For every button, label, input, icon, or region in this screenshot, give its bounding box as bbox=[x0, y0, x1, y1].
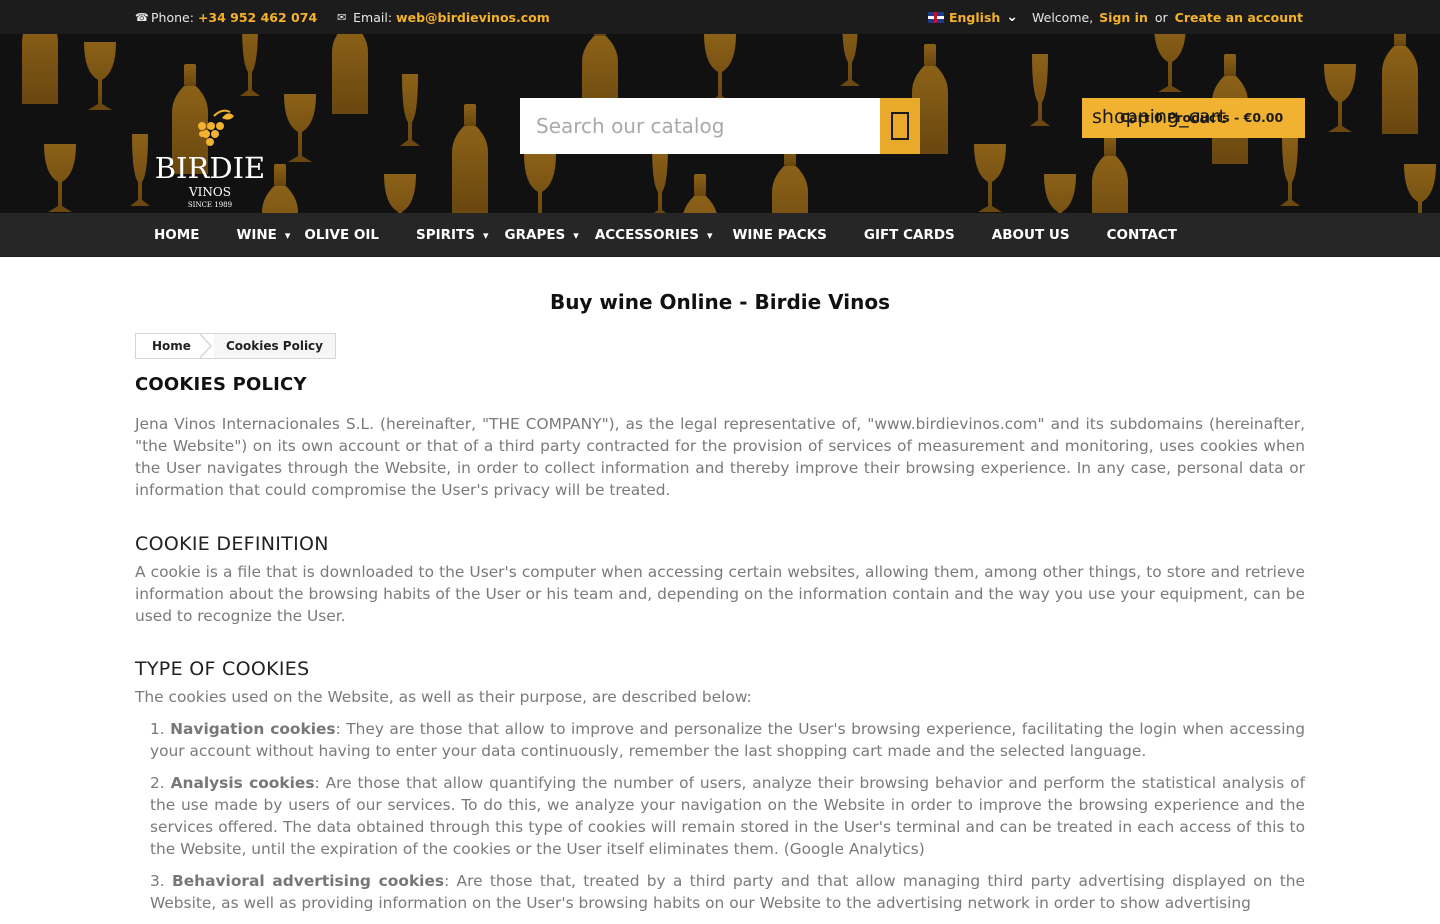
definition-heading: COOKIE DEFINITION bbox=[135, 533, 329, 555]
nav-label: HOME bbox=[154, 227, 200, 243]
chevron-down-icon: ▾ bbox=[482, 228, 489, 242]
nav-item-contact[interactable]: CONTACT bbox=[1107, 213, 1177, 257]
email-contact: ✉ Email: web@birdievinos.com bbox=[337, 10, 550, 25]
chevron-down-icon: ▾ bbox=[706, 228, 713, 242]
nav-label: GIFT CARDS bbox=[863, 227, 955, 243]
nav-item-olive-oil[interactable]: OLIVE OIL bbox=[304, 213, 416, 257]
list-item: 3. Behavioral advertising cookies: Are t… bbox=[150, 870, 1305, 914]
nav-label: CONTACT bbox=[1106, 227, 1177, 243]
birdie-vinos-logo[interactable]: BIRDIE VINOS SINCE 1989 bbox=[140, 106, 280, 210]
search-icon bbox=[891, 112, 909, 140]
search-input[interactable] bbox=[520, 98, 880, 154]
nav-label: ABOUT US bbox=[991, 227, 1070, 243]
intro-paragraph: Jena Vinos Internacionales S.L. (hereina… bbox=[135, 415, 1305, 499]
nav-label: SPIRITS bbox=[415, 227, 475, 243]
nav-item-home[interactable]: HOME bbox=[135, 213, 236, 257]
email-link[interactable]: web@birdievinos.com bbox=[396, 10, 550, 25]
search-button[interactable] bbox=[880, 98, 920, 154]
logo-since: SINCE 1989 bbox=[188, 201, 232, 209]
chevron-down-icon: ⌄ bbox=[1006, 9, 1019, 25]
nav-item-about-us[interactable]: ABOUT US bbox=[992, 213, 1107, 257]
main-navigation: HOME WINE ▾ OLIVE OIL SPIRITS ▾ GRAPES ▾ AC… bbox=[0, 213, 1440, 257]
cart-button[interactable]: shopping_cart Cart 0 Products - €0.00 bbox=[1082, 98, 1305, 138]
policy-heading: COOKIES POLICY bbox=[135, 374, 307, 395]
sign-in-link[interactable]: Sign in bbox=[1099, 10, 1148, 25]
create-account-link[interactable]: Create an account bbox=[1175, 10, 1303, 25]
page-title: Buy wine Online - Birdie Vinos bbox=[549, 290, 891, 314]
main-content: Buy wine Online - Birdie Vinos Home Cook… bbox=[135, 257, 1305, 924]
breadcrumb-separator bbox=[198, 333, 214, 359]
nav-label: WINE PACKS bbox=[732, 227, 827, 243]
welcome-text: Welcome, bbox=[1032, 9, 1094, 25]
nav-item-gift-cards[interactable]: GIFT CARDS bbox=[864, 213, 992, 257]
phone-icon: ☎ bbox=[135, 10, 149, 24]
language-label: English bbox=[948, 9, 1001, 25]
phone-contact: ☎ Phone: +34 952 462 074 bbox=[135, 10, 317, 25]
breadcrumb-current: Cookies Policy bbox=[213, 334, 335, 358]
uk-flag-icon bbox=[927, 11, 944, 23]
list-item: 1. Navigation cookies: They are those th… bbox=[150, 718, 1305, 762]
phone-link[interactable]: +34 952 462 074 bbox=[198, 10, 317, 25]
nav-item-grapes[interactable]: GRAPES ▾ bbox=[505, 213, 595, 257]
definition-paragraph: A cookie is a file that is downloaded to… bbox=[135, 563, 1305, 625]
breadcrumb-home[interactable]: Home bbox=[136, 334, 204, 358]
list-number: 1. bbox=[150, 720, 165, 738]
list-item: 2. Analysis cookies: Are those that allo… bbox=[150, 772, 1305, 860]
types-intro: The cookies used on the Website, as well… bbox=[135, 688, 752, 706]
top-bar: ☎ Phone: +34 952 462 074 ✉ Email: web@bi… bbox=[0, 0, 1440, 34]
breadcrumb: Home Cookies Policy bbox=[135, 333, 336, 359]
cookie-type-text: : Are those that allow quantifying the n… bbox=[150, 774, 1305, 858]
chevron-down-icon: ▾ bbox=[573, 228, 579, 242]
nav-item-spirits[interactable]: SPIRITS ▾ bbox=[416, 213, 505, 257]
types-heading: TYPE OF COOKIES bbox=[135, 658, 310, 680]
nav-item-wine[interactable]: WINE ▾ bbox=[236, 213, 304, 257]
list-number: 2. bbox=[150, 774, 165, 792]
header-banner: BIRDIE VINOS SINCE 1989 shopping_cart Ca… bbox=[0, 34, 1440, 213]
cart-summary: Cart 0 Products - €0.00 bbox=[1120, 110, 1284, 125]
grape-logo-icon: BIRDIE VINOS SINCE 1989 bbox=[155, 109, 265, 209]
email-label: Email: bbox=[353, 9, 393, 25]
or-text: or bbox=[1154, 9, 1168, 25]
cookie-types-list: 1. Navigation cookies: They are those th… bbox=[150, 718, 1305, 914]
language-selector[interactable]: English ⌄ bbox=[927, 9, 1019, 25]
nav-label: GRAPES bbox=[504, 227, 566, 243]
phone-label: Phone: bbox=[151, 9, 194, 25]
envelope-icon: ✉ bbox=[337, 10, 347, 24]
nav-label: ACCESSORIES bbox=[594, 227, 699, 243]
nav-item-accessories[interactable]: ACCESSORIES ▾ bbox=[595, 213, 733, 257]
search-bar bbox=[520, 98, 920, 154]
nav-label: WINE bbox=[236, 227, 277, 243]
cookie-type-name: Navigation cookies bbox=[170, 720, 336, 738]
list-number: 3. bbox=[150, 872, 165, 890]
nav-label: OLIVE OIL bbox=[304, 227, 379, 243]
cookie-type-name: Analysis cookies bbox=[170, 774, 315, 792]
chevron-down-icon: ▾ bbox=[284, 228, 291, 242]
logo-name: BIRDIE bbox=[155, 151, 265, 185]
logo-sub: VINOS bbox=[188, 185, 231, 199]
cookie-type-name: Behavioral advertising cookies bbox=[172, 872, 445, 890]
nav-item-wine-packs[interactable]: WINE PACKS bbox=[733, 213, 864, 257]
